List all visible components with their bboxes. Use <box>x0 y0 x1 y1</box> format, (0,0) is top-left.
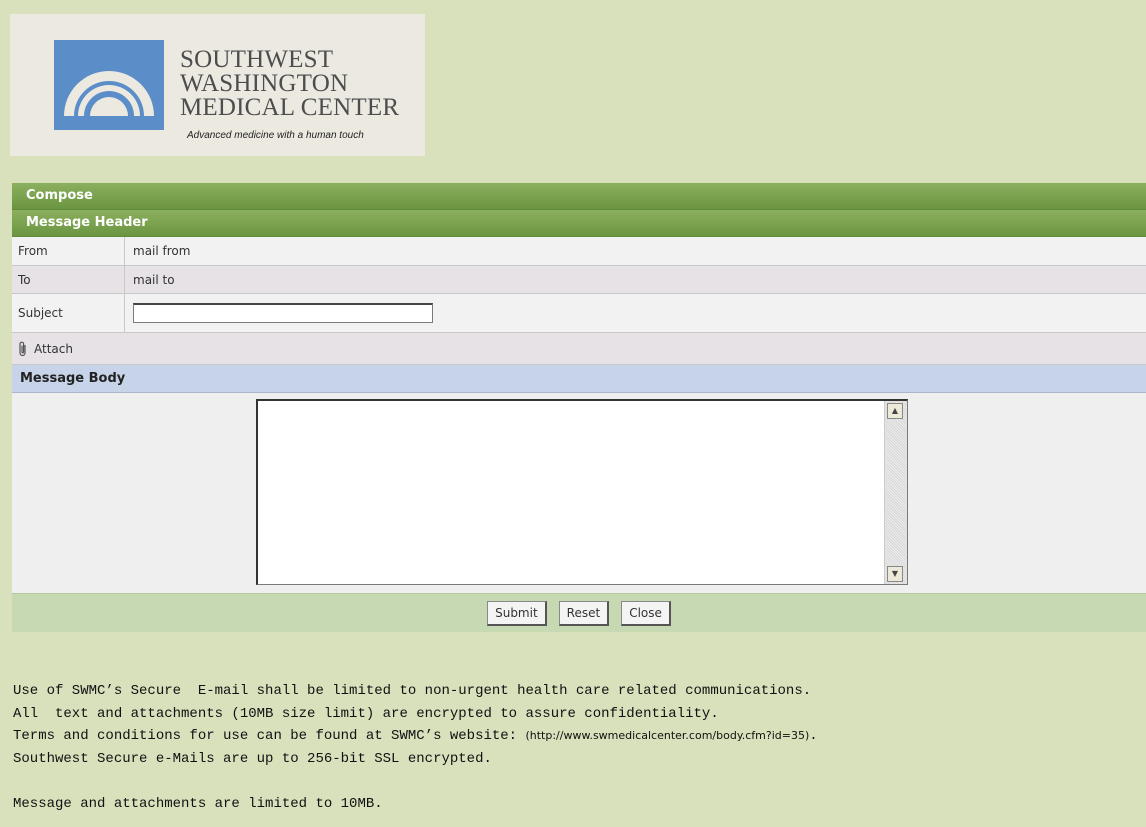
subject-field-wrap <box>125 303 433 323</box>
scroll-down-icon[interactable]: ▼ <box>887 566 903 582</box>
to-value: mail to <box>133 272 175 287</box>
paperclip-icon <box>19 341 26 356</box>
subject-label: Subject <box>12 294 125 332</box>
notice-line-3: Terms and conditions for use can be foun… <box>13 725 818 748</box>
notice-line-4: Southwest Secure e-Mails are up to 256-b… <box>13 750 492 767</box>
scroll-up-icon[interactable]: ▲ <box>887 403 903 419</box>
org-name-line-1: SOUTHWEST <box>180 46 334 73</box>
security-notice: Use of SWMC’s Secure E-mail shall be lim… <box>13 680 818 815</box>
notice-line-5: Message and attachments are limited to 1… <box>13 795 383 812</box>
message-body-textarea[interactable]: ▲ ▼ <box>256 399 908 585</box>
notice-line-1: Use of SWMC’s Secure E-mail shall be lim… <box>13 683 812 699</box>
from-label: From <box>12 237 125 265</box>
attach-row: Attach <box>12 333 1146 365</box>
subject-input[interactable] <box>133 303 433 323</box>
notice-line-3-suffix: . <box>809 728 818 744</box>
message-header-title: Message Header <box>12 210 1146 237</box>
close-button[interactable]: Close <box>621 600 671 626</box>
submit-button[interactable]: Submit <box>487 600 547 626</box>
compose-panel: Compose Message Header From mail from To… <box>12 183 1146 632</box>
from-value: mail from <box>133 244 191 258</box>
to-row: To mail to <box>12 266 1146 294</box>
notice-spacer <box>13 770 818 793</box>
message-body-title: Message Body <box>12 365 1146 393</box>
attach-button[interactable]: Attach <box>12 341 73 357</box>
notice-line-2: All text and attachments (10MB size limi… <box>13 705 719 722</box>
tagline: Advanced medicine with a human touch <box>187 130 364 141</box>
attach-label: Attach <box>34 341 73 356</box>
button-bar: Submit Reset Close <box>12 593 1146 632</box>
terms-url: (http://www.swmedicalcenter.com/body.cfm… <box>525 729 810 742</box>
body-scrollbar[interactable]: ▲ ▼ <box>884 401 907 584</box>
to-label: To <box>12 266 125 293</box>
notice-line-3-text: Terms and conditions for use can be foun… <box>13 728 526 744</box>
org-name: SOUTHWEST WASHINGTON MEDICAL CENTER <box>180 46 400 121</box>
subject-row: Subject <box>12 294 1146 333</box>
message-body-area: ▲ ▼ <box>12 393 1146 593</box>
org-name-line-2: WASHINGTON <box>180 70 349 97</box>
compose-title: Compose <box>12 183 1146 210</box>
reset-button[interactable]: Reset <box>558 600 610 626</box>
logo: SOUTHWEST WASHINGTON MEDICAL CENTER Adva… <box>10 14 425 156</box>
org-name-line-3: MEDICAL CENTER <box>180 94 400 121</box>
arch-logo-icon <box>50 40 164 130</box>
from-row: From mail from <box>12 237 1146 266</box>
